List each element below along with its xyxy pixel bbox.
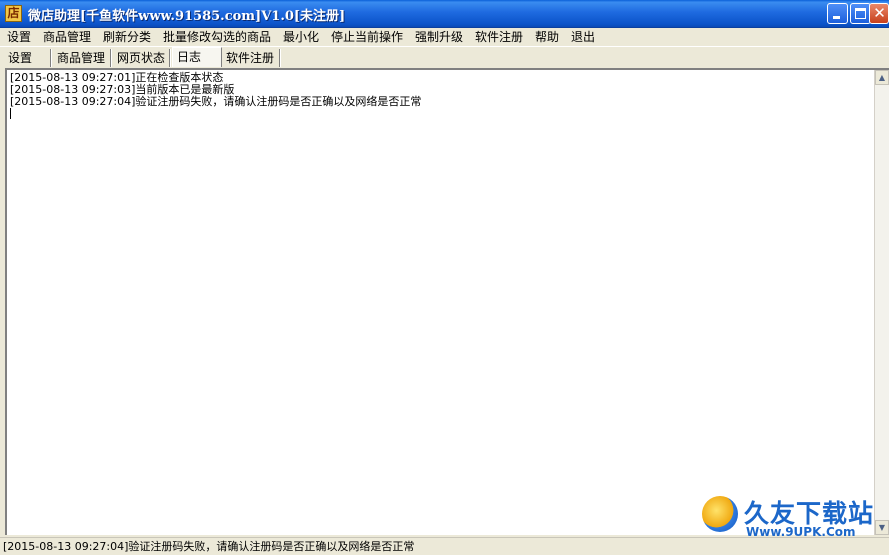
minimize-icon: [833, 16, 840, 19]
menu-exit[interactable]: 退出: [571, 29, 595, 45]
menu-batch-edit[interactable]: 批量修改勾选的商品: [163, 29, 271, 45]
log-line: [2015-08-13 09:27:04]验证注册码失败，请确认注册码是否正确以…: [10, 95, 422, 108]
watermark-logo-icon: [702, 496, 738, 532]
menu-stop-operation[interactable]: 停止当前操作: [331, 29, 403, 45]
maximize-button[interactable]: [850, 3, 871, 24]
title-bar[interactable]: 店 微店助理[千鱼软件www.91585.com]V1.0[未注册] ✕: [0, 0, 889, 28]
status-text: [2015-08-13 09:27:04]验证注册码失败，请确认注册码是否正确以…: [3, 540, 415, 553]
tab-software-register[interactable]: 软件注册: [222, 49, 280, 67]
tab-settings[interactable]: 设置: [4, 49, 51, 67]
menu-minimize[interactable]: 最小化: [283, 29, 319, 45]
tab-page-status[interactable]: 网页状态: [113, 49, 170, 67]
log-textarea[interactable]: [2015-08-13 09:27:01]正在检查版本状态 [2015-08-1…: [5, 68, 889, 535]
menu-force-upgrade[interactable]: 强制升级: [415, 29, 463, 45]
menu-help[interactable]: 帮助: [535, 29, 559, 45]
status-bar: [2015-08-13 09:27:04]验证注册码失败，请确认注册码是否正确以…: [0, 537, 889, 555]
watermark-logo: 久友下载站 Www.9UPK.Com: [700, 494, 886, 542]
tab-product-management[interactable]: 商品管理: [53, 49, 111, 67]
app-icon: 店: [5, 5, 22, 22]
menu-refresh-categories[interactable]: 刷新分类: [103, 29, 151, 45]
scroll-up-icon[interactable]: ▲: [875, 70, 889, 85]
tab-log[interactable]: 日志: [172, 47, 222, 67]
close-button[interactable]: ✕: [869, 3, 889, 24]
menu-settings[interactable]: 设置: [7, 29, 31, 45]
tab-strip: 设置 商品管理 网页状态 日志 软件注册: [0, 46, 889, 68]
menu-register[interactable]: 软件注册: [475, 29, 523, 45]
window-title: 微店助理[千鱼软件www.91585.com]V1.0[未注册]: [28, 9, 346, 24]
menu-bar: 设置 商品管理 刷新分类 批量修改勾选的商品 最小化 停止当前操作 强制升级 软…: [0, 28, 889, 46]
minimize-button[interactable]: [827, 3, 848, 24]
menu-product-management[interactable]: 商品管理: [43, 29, 91, 45]
maximize-icon: [855, 8, 866, 19]
vertical-scrollbar[interactable]: ▲ ▼: [874, 70, 889, 535]
close-icon: ✕: [873, 4, 886, 22]
text-caret: [10, 108, 11, 119]
